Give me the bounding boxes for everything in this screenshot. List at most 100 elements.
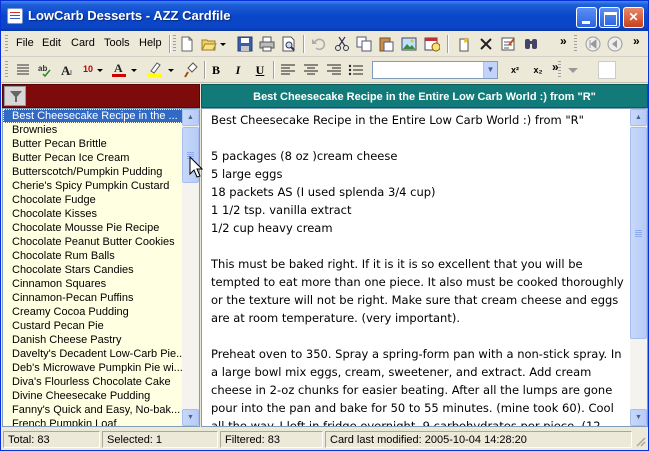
open-folder-icon[interactable] (201, 36, 217, 52)
first-card-icon[interactable] (585, 36, 601, 52)
extra-toolbar-grip[interactable] (558, 61, 561, 79)
card-list-items: Best Cheesecake Recipe in the ... Brownie… (3, 109, 183, 426)
card-list-item[interactable]: Deb's Microwave Pumpkin Pie wi... (3, 361, 183, 375)
status-card-modified: Card last modified: 2005-10-04 14:28:20 (325, 431, 632, 448)
font-name-combo[interactable]: ▼ (372, 61, 498, 79)
scroll-down-arrow-icon[interactable]: ▼ (630, 409, 647, 426)
card-list-item[interactable]: Creamy Cocoa Pudding (3, 305, 183, 319)
font-size-dropdown-icon[interactable] (96, 62, 104, 78)
toolbar-grip[interactable] (173, 35, 176, 53)
cut-scissors-icon[interactable] (334, 36, 350, 52)
bullet-list-icon[interactable] (348, 62, 364, 78)
card-list-item[interactable]: Chocolate Stars Candies (3, 263, 183, 277)
minimize-button[interactable] (576, 7, 597, 28)
spell-check-icon[interactable]: ab (37, 62, 53, 78)
find-binoculars-icon[interactable] (523, 36, 539, 52)
scroll-up-arrow-icon[interactable]: ▲ (182, 109, 199, 126)
extra-input-box[interactable] (598, 61, 616, 79)
delete-card-icon[interactable] (478, 36, 494, 52)
card-list-item[interactable]: Chocolate Fudge (3, 193, 183, 207)
menubar-grip[interactable] (5, 35, 8, 53)
underline-button[interactable]: U (251, 62, 269, 78)
card-list-item[interactable]: Davelty's Decadent Low-Carb Pie... (3, 347, 183, 361)
format-toolbar-grip[interactable] (5, 61, 8, 79)
card-list-item[interactable]: Chocolate Kisses (3, 207, 183, 221)
paragraph-style-icon[interactable] (15, 62, 31, 78)
card-list-item[interactable]: Danish Cheese Pastry (3, 333, 183, 347)
card-list[interactable]: Best Cheesecake Recipe in the ... Brownie… (2, 108, 200, 427)
menu-help[interactable]: Help (139, 37, 162, 49)
previous-card-icon[interactable] (607, 36, 623, 52)
title-bar[interactable]: LowCarb Desserts - AZZ Cardfile ✕ (1, 1, 648, 31)
card-list-item[interactable]: Fanny's Quick and Easy, No-bak... (3, 403, 183, 417)
menu-card[interactable]: Card (71, 37, 95, 49)
combo-dropdown-icon[interactable]: ▼ (483, 62, 497, 78)
copy-icon[interactable] (356, 36, 372, 52)
mouse-cursor-icon (189, 156, 203, 178)
card-body-text[interactable]: Best Cheesecake Recipe in the Entire Low… (211, 111, 629, 426)
maximize-button[interactable] (599, 7, 620, 28)
print-preview-icon[interactable] (281, 36, 297, 52)
status-total: Total: 83 (3, 431, 100, 448)
align-left-icon[interactable] (280, 62, 296, 78)
card-list-item[interactable]: Chocolate Peanut Butter Cookies (3, 235, 183, 249)
card-list-item[interactable]: Brownies (3, 123, 183, 137)
highlight-marker-icon[interactable] (147, 61, 163, 77)
bold-button[interactable]: B (207, 62, 225, 78)
card-list-item[interactable]: French Pumpkin Loaf (3, 417, 183, 426)
highlight-dropdown-icon[interactable] (167, 62, 175, 78)
save-disk-icon[interactable] (237, 36, 253, 52)
font-color-icon[interactable]: A (111, 61, 127, 77)
card-list-item[interactable]: Cherie's Spicy Pumpkin Custard (3, 179, 183, 193)
menu-tools[interactable]: Tools (104, 37, 130, 49)
align-right-icon[interactable] (326, 62, 342, 78)
font-color-dropdown-icon[interactable] (130, 62, 138, 78)
filter-bar (2, 84, 200, 108)
superscript-button[interactable]: x² (506, 62, 524, 78)
scroll-thumb[interactable] (630, 127, 647, 339)
open-dropdown-icon[interactable] (219, 36, 227, 52)
print-icon[interactable] (259, 36, 275, 52)
font-size-value[interactable]: 10 (83, 64, 93, 74)
insert-picture-icon[interactable] (401, 36, 417, 52)
app-window: LowCarb Desserts - AZZ Cardfile ✕ File E… (0, 0, 649, 451)
card-list-item[interactable]: Cinnamon Squares (3, 277, 183, 291)
card-list-item[interactable]: Cinnamon-Pecan Puffins (3, 291, 183, 305)
paste-icon[interactable] (378, 36, 394, 52)
card-list-item[interactable]: Diva's Flourless Chocolate Cake (3, 375, 183, 389)
font-icon[interactable]: AI (61, 62, 77, 78)
card-list-item[interactable]: Butterscotch/Pumpkin Pudding (3, 165, 183, 179)
toolbar-overflow-chevron[interactable]: » (560, 34, 567, 48)
insert-date-icon[interactable] (424, 36, 440, 52)
resize-grip-icon[interactable] (634, 435, 646, 447)
svg-text:ab: ab (38, 64, 47, 73)
nav-toolbar-grip[interactable] (574, 35, 577, 53)
card-list-item[interactable]: Butter Pecan Ice Cream (3, 151, 183, 165)
card-list-item[interactable]: Chocolate Mousse Pie Recipe (3, 221, 183, 235)
new-card-icon[interactable] (179, 36, 195, 52)
scroll-down-arrow-icon[interactable]: ▼ (182, 409, 199, 426)
card-properties-icon[interactable] (500, 36, 516, 52)
card-list-item[interactable]: Butter Pecan Brittle (3, 137, 183, 151)
card-list-item[interactable]: Custard Pecan Pie (3, 319, 183, 333)
align-center-icon[interactable] (303, 62, 319, 78)
toolbar-separator (447, 35, 448, 53)
card-text-scrollbar[interactable]: ▲ ▼ (630, 109, 647, 426)
scroll-up-arrow-icon[interactable]: ▲ (630, 109, 647, 126)
card-list-item[interactable]: Chocolate Rum Balls (3, 249, 183, 263)
menu-file[interactable]: File (16, 37, 34, 49)
close-button[interactable]: ✕ (623, 7, 644, 28)
extra-dropdown-icon[interactable] (565, 62, 581, 78)
new-card-star-icon[interactable] (456, 36, 472, 52)
nav-overflow-chevron[interactable]: » (633, 34, 640, 48)
menu-edit[interactable]: Edit (42, 37, 61, 49)
card-list-item[interactable]: Best Cheesecake Recipe in the ... (3, 109, 183, 123)
card-list-item[interactable]: Divine Cheesecake Pudding (3, 389, 183, 403)
undo-icon[interactable] (311, 36, 327, 52)
cardfile-app-icon[interactable] (7, 8, 23, 24)
card-text-editor[interactable]: Best Cheesecake Recipe in the Entire Low… (201, 108, 648, 427)
filter-funnel-icon[interactable] (4, 86, 26, 106)
italic-button[interactable]: I (229, 62, 247, 78)
format-painter-icon[interactable] (183, 62, 199, 78)
subscript-button[interactable]: x₂ (529, 62, 547, 78)
